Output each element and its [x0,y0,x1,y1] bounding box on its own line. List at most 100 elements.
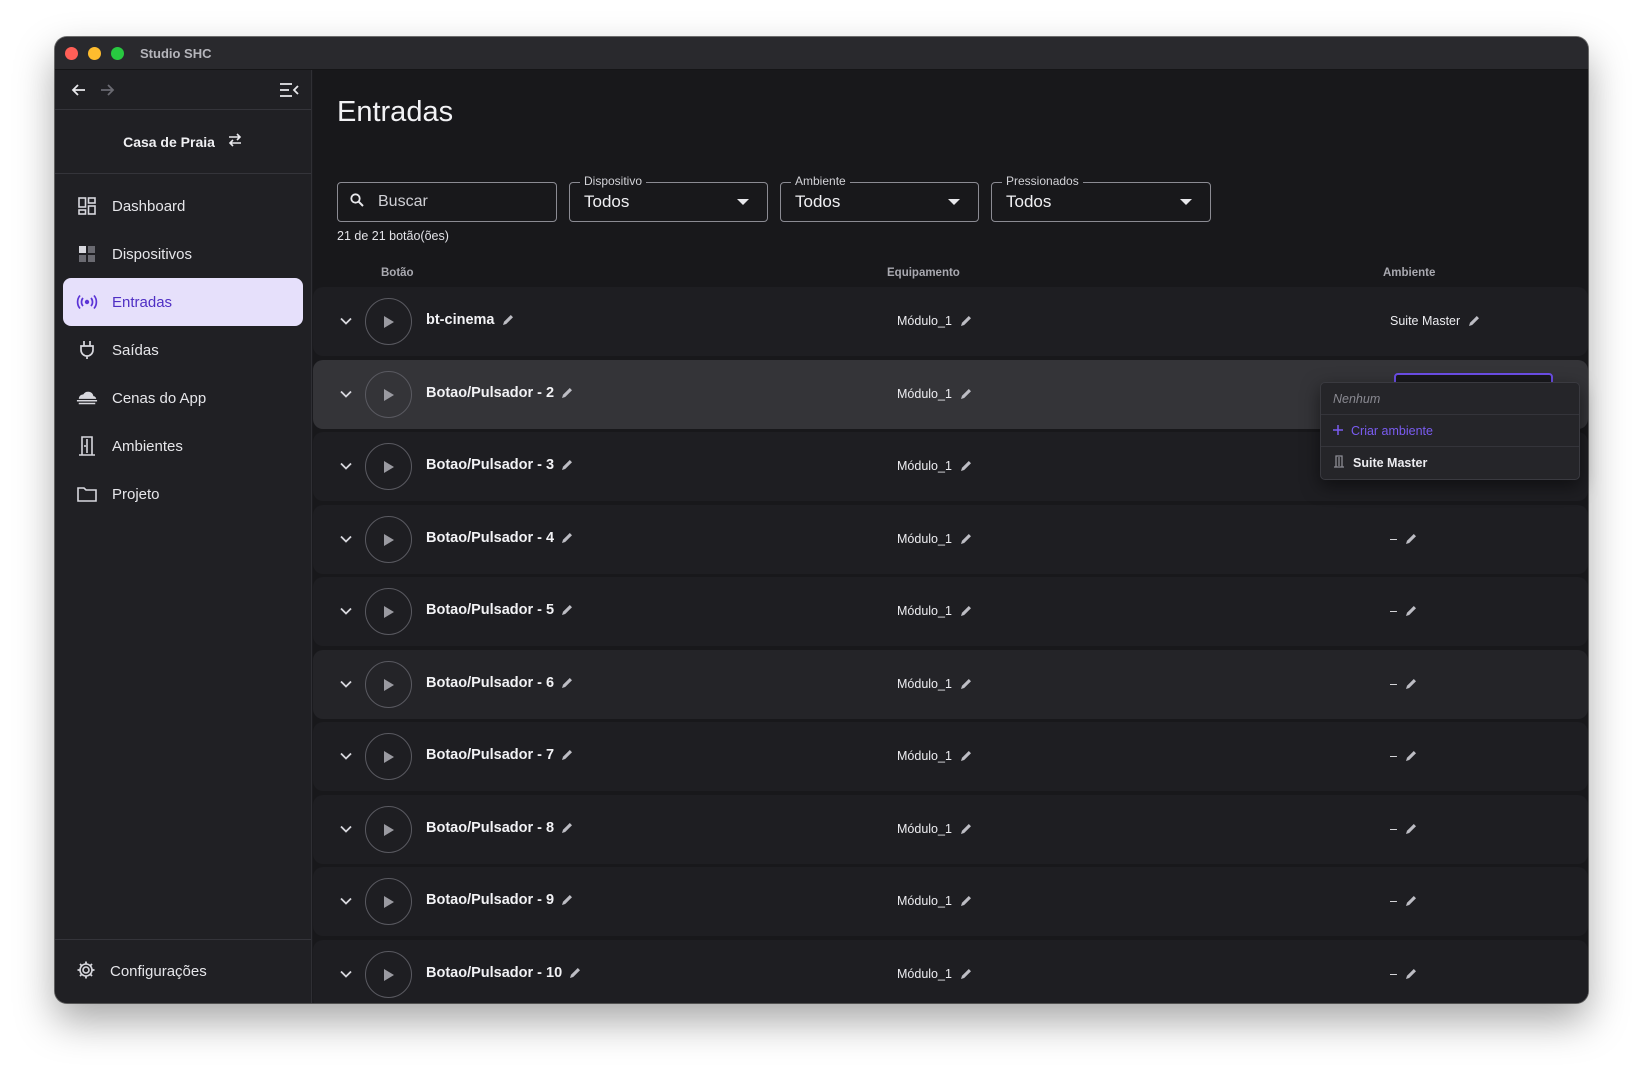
edit-pencil-icon[interactable] [561,532,573,544]
maximize-window-button[interactable] [111,46,124,60]
sidebar-item-projeto[interactable]: Projeto [63,470,303,518]
equipment-cell: Módulo_1 [897,314,972,328]
play-button[interactable] [365,878,412,925]
edit-pencil-icon[interactable] [960,315,972,327]
edit-pencil-icon[interactable] [960,533,972,545]
equipment-cell: Módulo_1 [897,749,972,763]
expand-chevron-icon[interactable] [336,964,356,984]
edit-pencil-icon[interactable] [1405,750,1417,762]
dropdown-option-none[interactable]: Nenhum [1321,383,1579,415]
swap-icon [227,133,243,150]
edit-pencil-icon[interactable] [1405,823,1417,835]
environment-cell: – [1390,894,1417,908]
sidebar-item-cenas[interactable]: Cenas do App [63,374,303,422]
edit-pencil-icon[interactable] [960,895,972,907]
play-button[interactable] [365,733,412,780]
button-name: Botao/Pulsador - 3 [426,457,555,473]
play-button[interactable] [365,661,412,708]
play-button[interactable] [365,371,412,418]
sidebar-item-saidas[interactable]: Saídas [63,326,303,374]
close-window-button[interactable] [65,46,78,60]
edit-pencil-icon[interactable] [1468,315,1480,327]
table-row[interactable]: Botao/Pulsador - 7 Módulo_1 – [313,722,1588,791]
edit-pencil-icon[interactable] [960,750,972,762]
expand-chevron-icon[interactable] [336,311,356,331]
expand-chevron-icon[interactable] [336,529,356,549]
equipment-value: Módulo_1 [897,677,952,691]
edit-pencil-icon[interactable] [960,388,972,400]
expand-chevron-icon[interactable] [336,891,356,911]
edit-pencil-icon[interactable] [960,678,972,690]
table-row[interactable]: Botao/Pulsador - 10 Módulo_1 – [313,940,1588,1003]
edit-pencil-icon[interactable] [561,894,573,906]
edit-pencil-icon[interactable] [960,460,972,472]
edit-pencil-icon[interactable] [1405,605,1417,617]
equipment-value: Módulo_1 [897,314,952,328]
edit-pencil-icon[interactable] [1405,968,1417,980]
environment-cell: – [1390,532,1417,546]
play-button[interactable] [365,443,412,490]
create-environment-option[interactable]: Criar ambiente [1321,415,1579,447]
table-row[interactable]: Botao/Pulsador - 6 Módulo_1 – [313,650,1588,719]
dropdown-option-suite-master[interactable]: Suite Master [1321,447,1579,479]
expand-chevron-icon[interactable] [336,384,356,404]
minimize-window-button[interactable] [88,46,101,60]
filter-dispositivo-select[interactable]: Dispositivo Todos [569,174,768,222]
environment-cell: – [1390,749,1417,763]
sidebar-item-entradas[interactable]: Entradas [63,278,303,326]
edit-pencil-icon[interactable] [1405,678,1417,690]
search-input[interactable]: Buscar [337,182,557,222]
folder-icon [76,483,98,505]
table-row[interactable]: Botao/Pulsador - 8 Módulo_1 – [313,795,1588,864]
expand-chevron-icon[interactable] [336,456,356,476]
forward-arrow-icon[interactable] [93,76,121,104]
filter-pressionados-select[interactable]: Pressionados Todos [991,174,1211,222]
sidebar-item-dispositivos[interactable]: Dispositivos [63,230,303,278]
table-row[interactable]: bt-cinema Módulo_1 Suite Master [313,287,1588,356]
sidebar-item-label: Cenas do App [112,389,207,407]
environment-value: – [1390,894,1397,908]
edit-pencil-icon[interactable] [1405,895,1417,907]
edit-pencil-icon[interactable] [569,967,581,979]
play-button[interactable] [365,588,412,635]
expand-chevron-icon[interactable] [336,601,356,621]
equipment-value: Módulo_1 [897,894,952,908]
edit-pencil-icon[interactable] [561,749,573,761]
table-row[interactable]: Botao/Pulsador - 5 Módulo_1 – [313,577,1588,646]
sidebar-item-label: Ambientes [112,437,183,455]
nav-arrows [55,70,311,110]
edit-pencil-icon[interactable] [561,604,573,616]
edit-pencil-icon[interactable] [561,387,573,399]
expand-chevron-icon[interactable] [336,819,356,839]
broadcast-icon [76,291,98,313]
button-name-cell: Botao/Pulsador - 8 [426,820,573,836]
edit-pencil-icon[interactable] [1405,533,1417,545]
play-button[interactable] [365,516,412,563]
sidebar-item-label: Saídas [112,341,159,359]
table-row[interactable]: Botao/Pulsador - 4 Módulo_1 – [313,505,1588,574]
collapse-menu-icon[interactable] [275,76,303,104]
edit-pencil-icon[interactable] [561,459,573,471]
result-count: 21 de 21 botão(ões) [337,229,449,243]
environment-value: – [1390,532,1397,546]
expand-chevron-icon[interactable] [336,746,356,766]
sidebar-item-dashboard[interactable]: Dashboard [63,182,303,230]
project-switcher[interactable]: Casa de Praia [55,110,311,174]
play-button[interactable] [365,951,412,998]
edit-pencil-icon[interactable] [960,823,972,835]
edit-pencil-icon[interactable] [502,314,514,326]
filter-ambiente-select[interactable]: Ambiente Todos [780,174,979,222]
play-button[interactable] [365,298,412,345]
button-name-cell: Botao/Pulsador - 9 [426,892,573,908]
expand-chevron-icon[interactable] [336,674,356,694]
edit-pencil-icon[interactable] [960,605,972,617]
sidebar-item-configuracoes[interactable]: Configurações [55,939,311,1003]
table-row[interactable]: Botao/Pulsador - 9 Módulo_1 – [313,867,1588,936]
column-header-equipamento: Equipamento [887,267,960,279]
edit-pencil-icon[interactable] [561,677,573,689]
edit-pencil-icon[interactable] [561,822,573,834]
play-button[interactable] [365,806,412,853]
sidebar-item-ambientes[interactable]: Ambientes [63,422,303,470]
edit-pencil-icon[interactable] [960,968,972,980]
back-arrow-icon[interactable] [65,76,93,104]
